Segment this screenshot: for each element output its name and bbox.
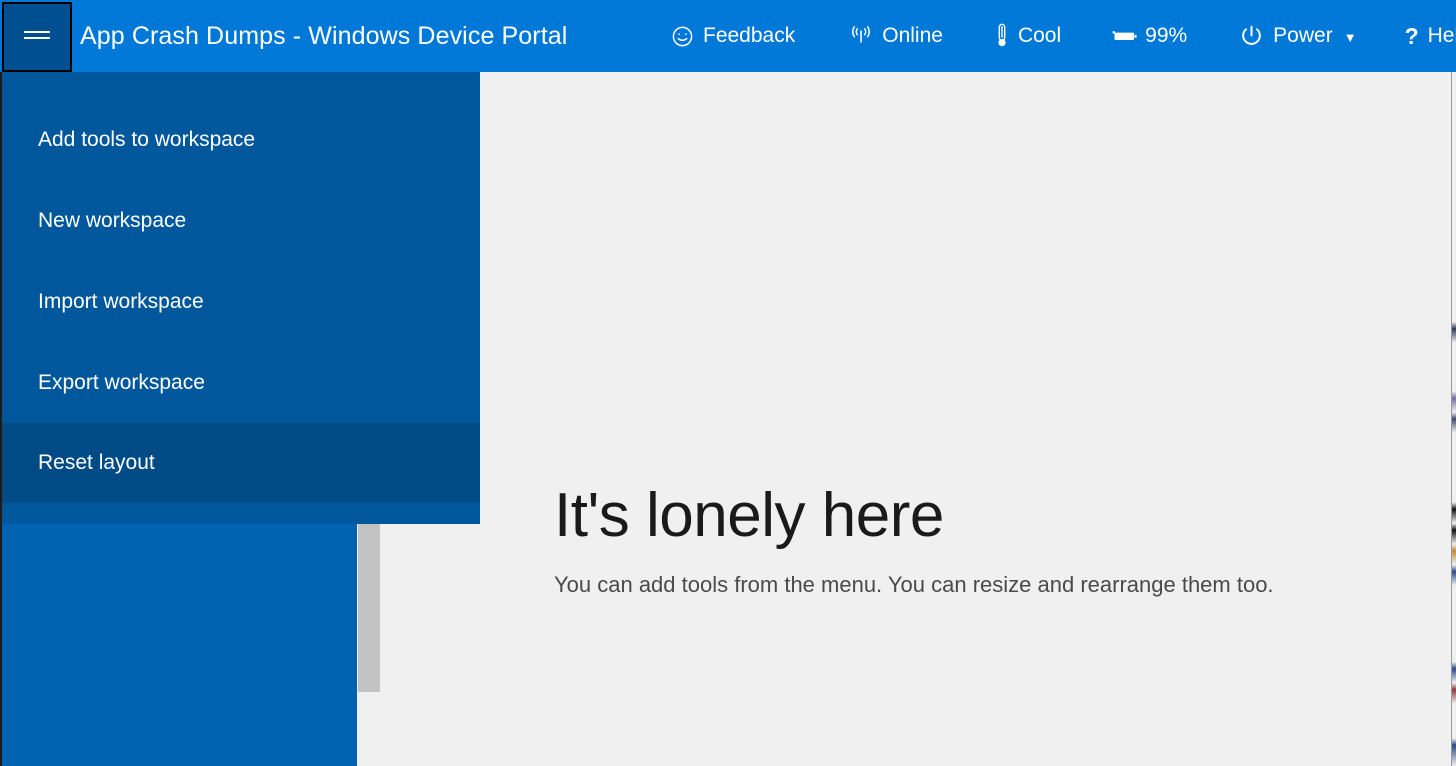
app-header-bar: App Crash Dumps - Windows Device Portal … (0, 0, 1456, 72)
window-right-edge (1452, 72, 1456, 766)
power-icon (1239, 24, 1264, 49)
window-right-rule (1451, 72, 1452, 766)
empty-state-title: It's lonely here (554, 481, 944, 550)
workspace-menu-dropdown: Add tools to workspace New workspace Imp… (0, 72, 480, 524)
power-label: Power (1273, 24, 1333, 47)
page-title: App Crash Dumps - Windows Device Portal (80, 21, 568, 50)
header-actions: Feedback Online Cool 99% Power ▼ ? He (655, 0, 1456, 72)
hamburger-menu-button[interactable] (2, 2, 72, 72)
feedback-button[interactable]: Feedback (655, 12, 811, 60)
network-status-label: Online (882, 24, 943, 47)
smiley-face-icon (671, 25, 694, 48)
menu-item-label: Export workspace (38, 370, 205, 394)
chevron-down-icon: ▼ (1343, 29, 1357, 45)
hamburger-icon (24, 30, 50, 44)
wifi-signal-icon (849, 25, 873, 47)
menu-item-label: Import workspace (38, 289, 204, 313)
menu-item-import-workspace[interactable]: Import workspace (0, 261, 480, 342)
battery-icon (1111, 28, 1138, 44)
menu-item-reset-layout[interactable]: Reset layout (0, 423, 480, 503)
menu-item-export-workspace[interactable]: Export workspace (0, 342, 480, 423)
menu-item-label: New workspace (38, 208, 187, 232)
device-portal-window: It's lonely here You can add tools from … (0, 0, 1456, 766)
menu-item-add-tools-to-workspace[interactable]: Add tools to workspace (0, 99, 480, 180)
power-menu-button[interactable]: Power ▼ (1223, 12, 1372, 60)
feedback-label: Feedback (703, 24, 796, 47)
battery-label: 99% (1145, 24, 1188, 47)
thermometer-icon (995, 23, 1009, 49)
battery-status: 99% (1095, 12, 1203, 60)
help-button[interactable]: ? Help (1389, 12, 1456, 60)
empty-state-subtitle: You can add tools from the menu. You can… (554, 572, 1274, 597)
temperature-status: Cool (979, 12, 1077, 60)
menu-item-label: Add tools to workspace (38, 127, 256, 151)
question-mark-icon: ? (1404, 22, 1419, 49)
network-status-button[interactable]: Online (833, 12, 959, 60)
workspace-content-area: It's lonely here You can add tools from … (381, 72, 1451, 766)
menu-item-new-workspace[interactable]: New workspace (0, 180, 480, 261)
help-label: Help (1427, 24, 1456, 47)
menu-item-label: Reset layout (38, 451, 155, 474)
temperature-label: Cool (1017, 24, 1062, 47)
sidebar-scrollbar-thumb[interactable] (358, 524, 380, 692)
window-left-edge (0, 72, 2, 766)
